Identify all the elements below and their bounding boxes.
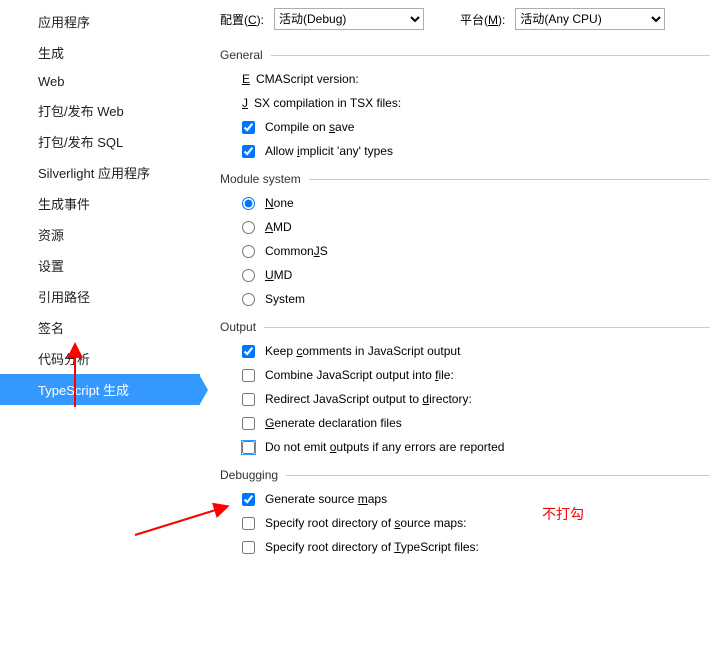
module-umd-radio[interactable] bbox=[242, 269, 255, 282]
group-header-module: Module system bbox=[220, 172, 710, 186]
module-system-radio[interactable] bbox=[242, 293, 255, 306]
sidebar-item-package-sql[interactable]: 打包/发布 SQL bbox=[0, 126, 200, 157]
redirect-output-checkbox[interactable] bbox=[242, 393, 255, 406]
keep-comments-checkbox[interactable] bbox=[242, 345, 255, 358]
combine-output-checkbox[interactable] bbox=[242, 369, 255, 382]
sidebar-item-resources[interactable]: 资源 bbox=[0, 219, 200, 250]
compile-on-save-label: Compile on save bbox=[265, 120, 354, 134]
no-emit-on-error-checkbox[interactable] bbox=[242, 441, 255, 454]
sidebar-item-silverlight[interactable]: Silverlight 应用程序 bbox=[0, 157, 200, 188]
sidebar-item-ref-paths[interactable]: 引用路径 bbox=[0, 281, 200, 312]
sidebar-item-settings[interactable]: 设置 bbox=[0, 250, 200, 281]
generate-declaration-label: Generate declaration files bbox=[265, 416, 402, 430]
sidebar: 应用程序 生成 Web 打包/发布 Web 打包/发布 SQL Silverli… bbox=[0, 0, 200, 647]
sidebar-item-code-analysis[interactable]: 代码分析 bbox=[0, 343, 200, 374]
sidebar-item-app[interactable]: 应用程序 bbox=[0, 6, 200, 37]
module-system-label: System bbox=[265, 292, 305, 306]
module-umd-label: UMD bbox=[265, 268, 292, 282]
config-label: 配置(C): bbox=[220, 11, 264, 28]
module-none-radio[interactable] bbox=[242, 197, 255, 210]
sidebar-item-typescript-build[interactable]: TypeScript 生成 bbox=[0, 374, 200, 405]
config-row: 配置(C): 活动(Debug) 平台(M): 活动(Any CPU) bbox=[220, 8, 710, 30]
group-header-output: Output bbox=[220, 320, 710, 334]
root-typescript-label: Specify root directory of TypeScript fil… bbox=[265, 540, 479, 554]
jsx-compilation-label: JSX compilation in TSX files: bbox=[242, 96, 710, 110]
group-header-general: General bbox=[220, 48, 710, 62]
allow-implicit-any-checkbox[interactable] bbox=[242, 145, 255, 158]
module-amd-radio[interactable] bbox=[242, 221, 255, 234]
keep-comments-label: Keep comments in JavaScript output bbox=[265, 344, 460, 358]
compile-on-save-checkbox[interactable] bbox=[242, 121, 255, 134]
module-commonjs-radio[interactable] bbox=[242, 245, 255, 258]
root-source-maps-checkbox[interactable] bbox=[242, 517, 255, 530]
sidebar-item-package-web[interactable]: 打包/发布 Web bbox=[0, 95, 200, 126]
ecmascript-version-label: ECMAScript version: bbox=[242, 72, 710, 86]
combine-output-label: Combine JavaScript output into file: bbox=[265, 368, 454, 382]
config-select[interactable]: 活动(Debug) bbox=[274, 8, 424, 30]
root-typescript-checkbox[interactable] bbox=[242, 541, 255, 554]
no-emit-on-error-label: Do not emit outputs if any errors are re… bbox=[265, 440, 504, 454]
generate-source-maps-label: Generate source maps bbox=[265, 492, 387, 506]
platform-label: 平台(M): bbox=[460, 11, 505, 28]
module-none-label: None bbox=[265, 196, 294, 210]
module-commonjs-label: CommonJS bbox=[265, 244, 328, 258]
sidebar-item-build-events[interactable]: 生成事件 bbox=[0, 188, 200, 219]
generate-declaration-checkbox[interactable] bbox=[242, 417, 255, 430]
redirect-output-label: Redirect JavaScript output to directory: bbox=[265, 392, 472, 406]
sidebar-item-signing[interactable]: 签名 bbox=[0, 312, 200, 343]
module-amd-label: AMD bbox=[265, 220, 292, 234]
generate-source-maps-checkbox[interactable] bbox=[242, 493, 255, 506]
allow-implicit-any-label: Allow implicit 'any' types bbox=[265, 144, 393, 158]
content-panel: 配置(C): 活动(Debug) 平台(M): 活动(Any CPU) Gene… bbox=[200, 0, 720, 647]
sidebar-item-build[interactable]: 生成 bbox=[0, 37, 200, 68]
group-header-debugging: Debugging bbox=[220, 468, 710, 482]
sidebar-item-web[interactable]: Web bbox=[0, 68, 200, 95]
root-source-maps-label: Specify root directory of source maps: bbox=[265, 516, 466, 530]
platform-select[interactable]: 活动(Any CPU) bbox=[515, 8, 665, 30]
